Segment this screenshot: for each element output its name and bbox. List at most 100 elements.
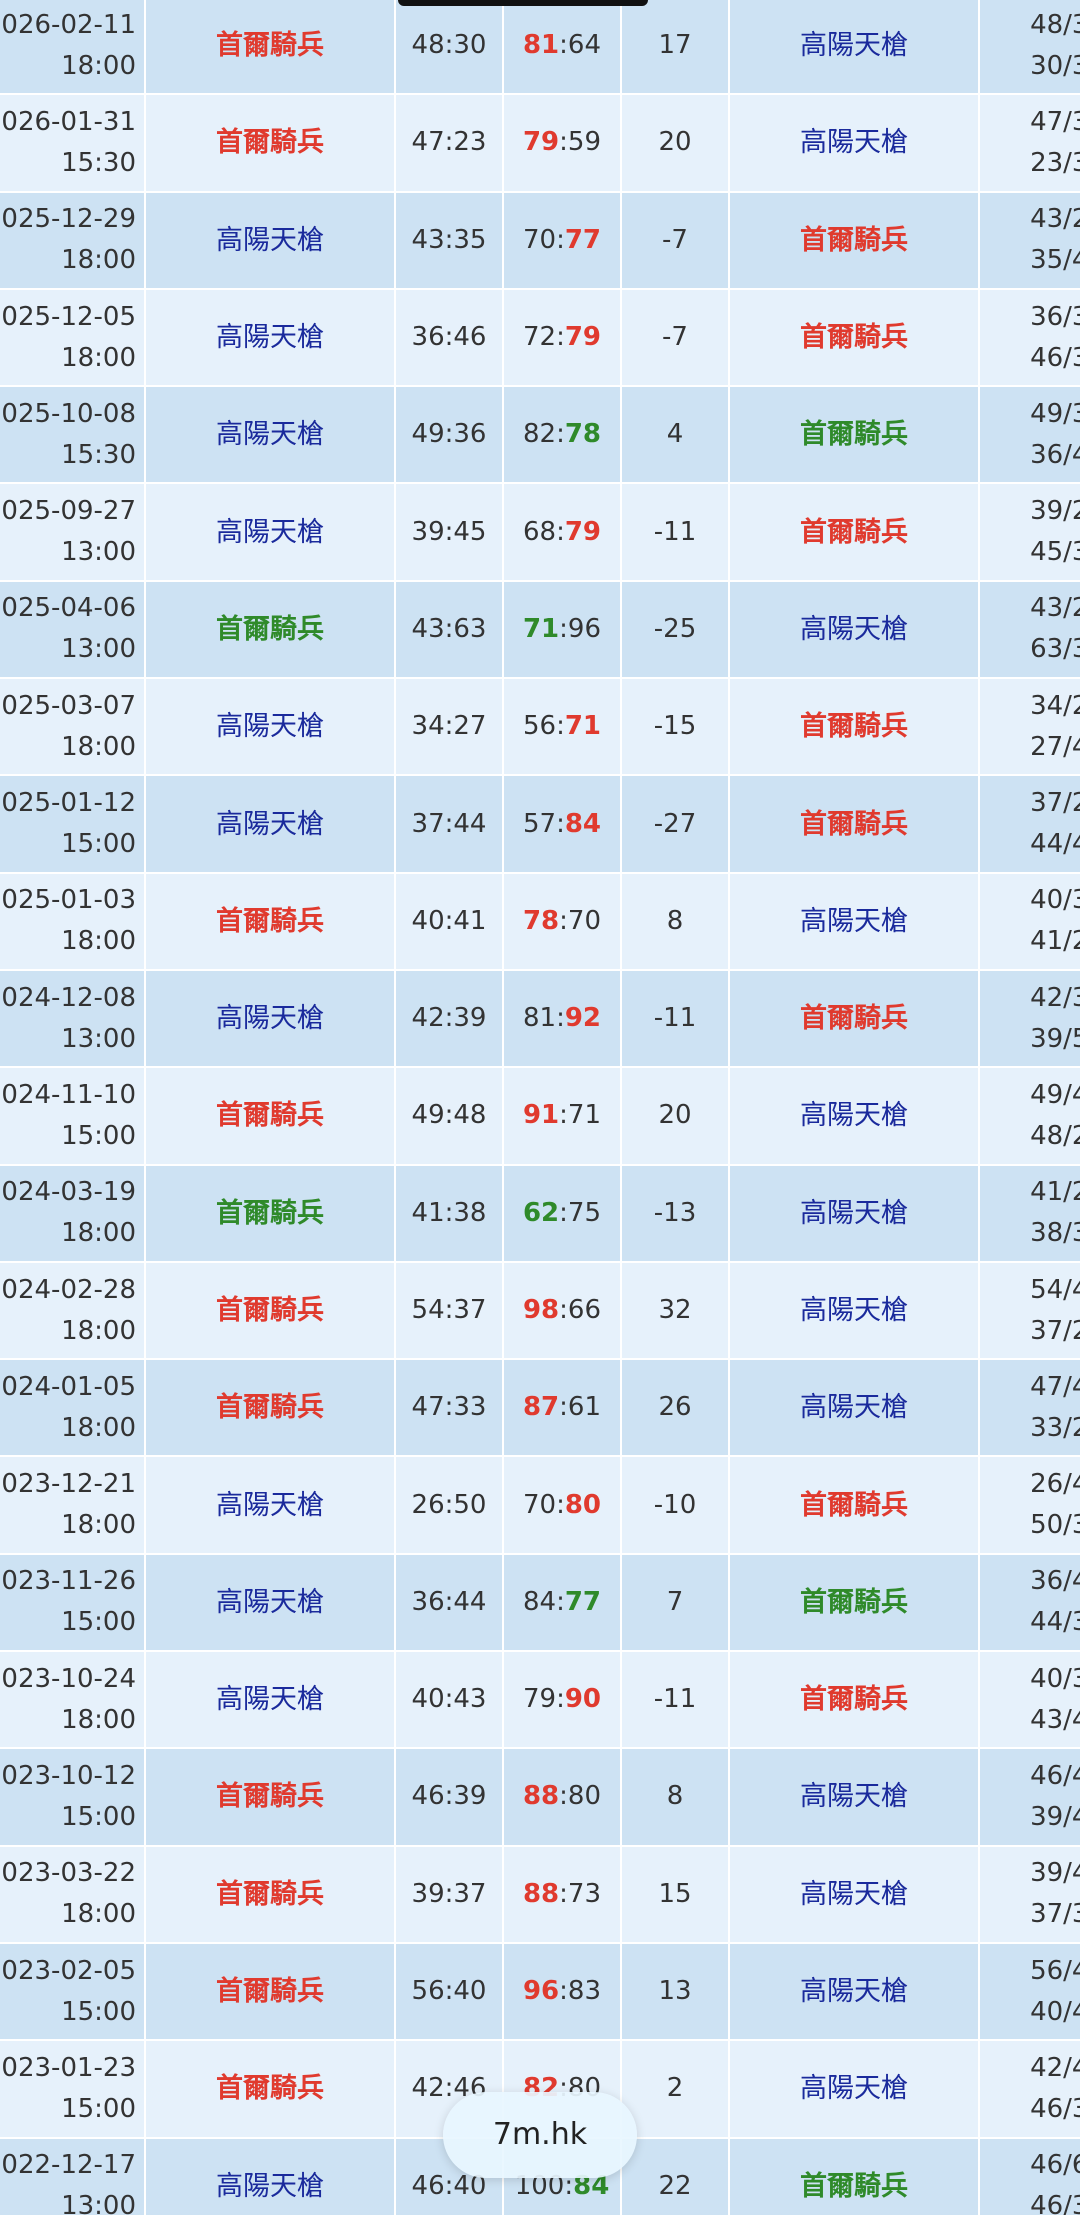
home-team-cell[interactable]: 高陽天槍	[145, 1456, 396, 1555]
fulltime-score-cell[interactable]: 71:96	[503, 580, 622, 680]
away-team-link[interactable]: 首爾騎兵	[800, 1587, 908, 1618]
away-team-link[interactable]: 首爾騎兵	[800, 2171, 908, 2202]
table-row[interactable]: 2023-12-21 18:00 高陽天槍 26:50 70:80 -10 首爾騎兵 26/4…	[0, 1456, 1080, 1555]
home-team-cell[interactable]: 高陽天槍	[145, 191, 396, 290]
away-team-cell[interactable]: 首爾騎兵	[729, 1456, 980, 1555]
away-team-cell[interactable]: 高陽天槍	[729, 580, 980, 680]
fulltime-score-cell[interactable]: 98:66	[503, 1261, 622, 1361]
home-team-cell[interactable]: 首爾騎兵	[145, 1261, 396, 1361]
home-team-link[interactable]: 首爾騎兵	[216, 30, 324, 61]
away-team-link[interactable]: 首爾騎兵	[800, 809, 908, 840]
table-row[interactable]: 2025-01-0318:00首爾騎兵40:4178:708高陽天槍40/384…	[0, 872, 1080, 971]
fulltime-score-cell[interactable]: 78:70	[503, 872, 622, 971]
fulltime-score-cell[interactable]: 82:78	[503, 386, 622, 485]
away-team-cell[interactable]: 首爾騎兵	[729, 386, 980, 485]
away-team-link[interactable]: 高陽天槍	[800, 1198, 908, 1229]
away-team-link[interactable]: 高陽天槍	[800, 614, 908, 645]
home-team-link[interactable]: 高陽天槍	[216, 322, 324, 353]
away-team-cell[interactable]: 高陽天槍	[729, 0, 980, 96]
fulltime-score-cell[interactable]: 56:71	[503, 678, 622, 777]
away-team-link[interactable]: 高陽天槍	[800, 1781, 908, 1812]
home-team-link[interactable]: 首爾騎兵	[216, 1879, 324, 1910]
table-row[interactable]: 2024-02-28 18:00 首爾騎兵 54:37 98:66 32 高陽天槍 54/44…	[0, 1261, 1080, 1361]
fulltime-score-cell[interactable]: 70:80	[503, 1456, 622, 1555]
fulltime-score-cell[interactable]: 62:75	[503, 1164, 622, 1263]
table-row[interactable]: 2026-02-11 18:00 首爾騎兵 48:30 81:64 17 高陽天槍 48/33…	[0, 0, 1080, 96]
away-team-link[interactable]: 首爾騎兵	[800, 1003, 908, 1034]
home-team-link[interactable]: 首爾騎兵	[216, 2073, 324, 2104]
home-team-link[interactable]: 首爾騎兵	[216, 1198, 324, 1229]
away-team-cell[interactable]: 高陽天槍	[729, 1845, 980, 1944]
table-row[interactable]: 2024-03-19 18:00 首爾騎兵 41:38 62:75 -13 高陽天槍 41/2…	[0, 1164, 1080, 1263]
home-team-link[interactable]: 首爾騎兵	[216, 1976, 324, 2007]
fulltime-score-cell[interactable]: 79:59	[503, 94, 622, 193]
table-row[interactable]: 2023-11-2615:00高陽天槍36:4484:777首爾騎兵36/484…	[0, 1553, 1080, 1653]
fulltime-score-cell[interactable]: 72:79	[503, 288, 622, 388]
fulltime-score-cell[interactable]: 68:79	[503, 483, 622, 582]
table-row[interactable]: 2025-12-29 18:00 高陽天槍 43:35 70:77 -7 首爾騎兵 43/27…	[0, 191, 1080, 290]
table-row[interactable]: 2025-09-27 13:00 高陽天槍 39:45 68:79 -11 首爾騎兵 39/2…	[0, 483, 1080, 582]
home-team-cell[interactable]: 首爾騎兵	[145, 1748, 396, 1847]
home-team-link[interactable]: 首爾騎兵	[216, 1781, 324, 1812]
fulltime-score-cell[interactable]: 96:83	[503, 1942, 622, 2042]
away-team-cell[interactable]: 高陽天槍	[729, 1942, 980, 2042]
away-team-cell[interactable]: 高陽天槍	[729, 1067, 980, 1166]
table-row[interactable]: 2023-03-22 18:00 首爾騎兵 39:37 88:73 15 高陽天槍 39/49…	[0, 1845, 1080, 1944]
away-team-link[interactable]: 高陽天槍	[800, 127, 908, 158]
fulltime-score-cell[interactable]: 84:77	[503, 1553, 622, 1653]
home-team-link[interactable]: 高陽天槍	[216, 517, 324, 548]
away-team-link[interactable]: 高陽天槍	[800, 2073, 908, 2104]
table-row[interactable]: 2023-10-12 15:00 首爾騎兵 46:39 88:80 8 高陽天槍 46/42 3…	[0, 1748, 1080, 1847]
table-row[interactable]: 2025-10-08 15:30 高陽天槍 49:36 82:78 4 首爾騎兵 49/33 3…	[0, 386, 1080, 485]
away-team-link[interactable]: 首爾騎兵	[800, 322, 908, 353]
away-team-cell[interactable]: 首爾騎兵	[729, 191, 980, 290]
away-team-cell[interactable]: 高陽天槍	[729, 1359, 980, 1458]
table-row[interactable]: 2024-11-10 15:00 首爾騎兵 49:48 91:71 20 高陽天槍 49/42…	[0, 1067, 1080, 1166]
home-team-link[interactable]: 高陽天槍	[216, 711, 324, 742]
home-team-cell[interactable]: 高陽天槍	[145, 1651, 396, 1750]
match-history-table-container[interactable]: 2026-02-1118:00首爾騎兵48:3081:6417高陽天槍48/33…	[0, 0, 1080, 2215]
home-team-cell[interactable]: 高陽天槍	[145, 678, 396, 777]
home-team-cell[interactable]: 高陽天槍	[145, 2137, 396, 2215]
fulltime-score-cell[interactable]: 87:61	[503, 1359, 622, 1458]
home-team-link[interactable]: 高陽天槍	[216, 809, 324, 840]
away-team-cell[interactable]: 首爾騎兵	[729, 1553, 980, 1653]
away-team-cell[interactable]: 高陽天槍	[729, 1748, 980, 1847]
fulltime-score-cell[interactable]: 79:90	[503, 1651, 622, 1750]
away-team-link[interactable]: 高陽天槍	[800, 30, 908, 61]
home-team-link[interactable]: 高陽天槍	[216, 419, 324, 450]
table-row[interactable]: 2025-01-12 15:00 高陽天槍 37:44 57:84 -27 首爾騎兵 37/2…	[0, 775, 1080, 874]
away-team-link[interactable]: 高陽天槍	[800, 1976, 908, 2007]
table-row[interactable]: 2025-03-07 18:00 高陽天槍 34:27 56:71 -15 首爾騎兵 34/2…	[0, 678, 1080, 777]
fulltime-score-cell[interactable]: 81:92	[503, 969, 622, 1069]
home-team-cell[interactable]: 高陽天槍	[145, 483, 396, 582]
home-team-cell[interactable]: 首爾騎兵	[145, 1067, 396, 1166]
home-team-link[interactable]: 高陽天槍	[216, 1587, 324, 1618]
fulltime-score-cell[interactable]: 91:71	[503, 1067, 622, 1166]
home-team-link[interactable]: 首爾騎兵	[216, 1295, 324, 1326]
away-team-link[interactable]: 高陽天槍	[800, 1879, 908, 1910]
home-team-link[interactable]: 高陽天槍	[216, 2171, 324, 2202]
away-team-link[interactable]: 首爾騎兵	[800, 225, 908, 256]
table-row[interactable]: 2025-04-06 13:00 首爾騎兵 43:63 71:96 -25 高陽天槍 43/2…	[0, 580, 1080, 680]
fulltime-score-cell[interactable]: 81:64	[503, 0, 622, 96]
away-team-link[interactable]: 首爾騎兵	[800, 711, 908, 742]
home-team-link[interactable]: 高陽天槍	[216, 225, 324, 256]
fulltime-score-cell[interactable]: 88:73	[503, 1845, 622, 1944]
home-team-link[interactable]: 高陽天槍	[216, 1490, 324, 1521]
away-team-link[interactable]: 高陽天槍	[800, 1100, 908, 1131]
away-team-cell[interactable]: 高陽天槍	[729, 94, 980, 193]
away-team-cell[interactable]: 首爾騎兵	[729, 483, 980, 582]
home-team-cell[interactable]: 首爾騎兵	[145, 1164, 396, 1263]
away-team-cell[interactable]: 高陽天槍	[729, 1164, 980, 1263]
table-row[interactable]: 2024-12-08 13:00 高陽天槍 42:39 81:92 -11 首爾騎兵 42/3…	[0, 969, 1080, 1069]
home-team-cell[interactable]: 首爾騎兵	[145, 1942, 396, 2042]
away-team-cell[interactable]: 首爾騎兵	[729, 288, 980, 388]
home-team-link[interactable]: 首爾騎兵	[216, 1100, 324, 1131]
table-row[interactable]: 2025-12-05 18:00 高陽天槍 36:46 72:79 -7 首爾騎兵 36/36…	[0, 288, 1080, 388]
away-team-cell[interactable]: 首爾騎兵	[729, 2137, 980, 2215]
home-team-link[interactable]: 首爾騎兵	[216, 127, 324, 158]
home-team-cell[interactable]: 首爾騎兵	[145, 580, 396, 680]
home-team-cell[interactable]: 首爾騎兵	[145, 94, 396, 193]
home-team-link[interactable]: 首爾騎兵	[216, 614, 324, 645]
